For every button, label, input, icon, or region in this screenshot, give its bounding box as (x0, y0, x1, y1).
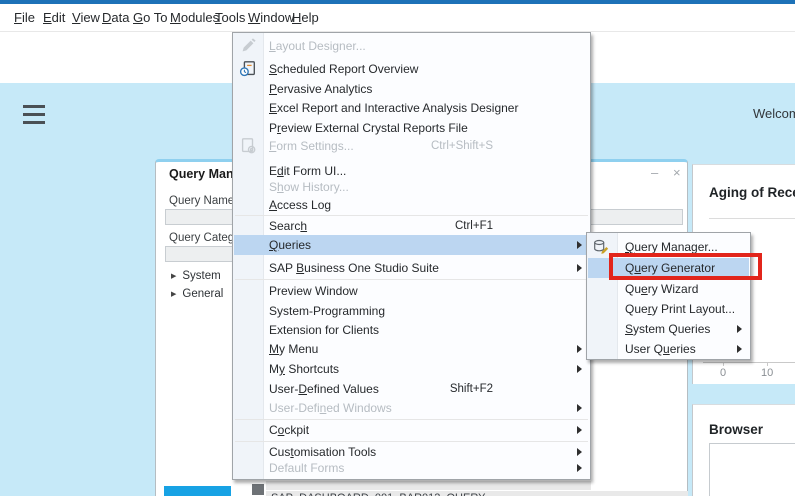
menu-item-search[interactable]: SearchCtrl+F1 (234, 216, 589, 236)
list-marker (252, 484, 264, 495)
axis-tick (723, 362, 724, 366)
submenu-arrow-icon (577, 464, 582, 472)
menu-item-user-defined-values[interactable]: User-Defined ValuesShift+F2 (234, 379, 589, 399)
axis-tick-label: 10 (761, 367, 773, 379)
query-list-row[interactable]: SAP_DASHBOARD_001_BAR012_QUERY (266, 491, 688, 496)
menubar-item-view[interactable]: View (72, 4, 100, 31)
submenu-arrow-icon (577, 448, 582, 456)
tree-item-general[interactable]: ▶General (171, 288, 223, 300)
axis-tick (767, 362, 768, 366)
tree-item-system[interactable]: ▶System (171, 270, 221, 282)
menubar-item-tools[interactable]: Tools (215, 4, 245, 31)
chart-x-axis (703, 362, 795, 363)
submenu-arrow-icon (737, 345, 742, 353)
menubar-item-window[interactable]: Window (248, 4, 294, 31)
menu-item-user-defined-windows: User-Defined Windows (234, 398, 589, 418)
menu-item-extension-for-clients[interactable]: Extension for Clients (234, 320, 589, 340)
shortcut-label: Ctrl+Shift+S (431, 136, 493, 156)
menu-item-my-menu[interactable]: My Menu (234, 339, 589, 359)
query-list-row[interactable] (266, 481, 591, 490)
axis-tick-label: 0 (720, 367, 726, 379)
ok-button[interactable] (164, 486, 231, 496)
menu-item-cockpit[interactable]: Cockpit (234, 420, 589, 440)
menu-item-layout-designer: Layout Designer... (234, 36, 589, 56)
menu-item-form-settings: Form Settings...Ctrl+Shift+S (234, 136, 589, 156)
submenu-arrow-icon (577, 241, 582, 249)
close-icon[interactable]: × (673, 165, 681, 180)
menubar-item-goto[interactable]: Go To (133, 4, 167, 31)
menu-item-pervasive-analytics[interactable]: Pervasive Analytics (234, 79, 589, 99)
query-name-label: Query Name (169, 195, 234, 207)
submenu-arrow-icon (577, 404, 582, 412)
shortcut-label: Ctrl+F1 (455, 216, 493, 236)
submenu-item-query-wizard[interactable]: Query Wizard (588, 279, 749, 299)
menubar-item-data[interactable]: Data (102, 4, 129, 31)
tree-expand-icon[interactable]: ▶ (171, 291, 176, 298)
menubar-item-help[interactable]: Help (292, 4, 319, 31)
submenu-arrow-icon (737, 325, 742, 333)
menubar-item-file[interactable]: File (14, 4, 35, 31)
menu-item-default-forms: Default Forms (234, 458, 589, 478)
menu-item-my-shortcuts[interactable]: My Shortcuts (234, 359, 589, 379)
submenu-arrow-icon (577, 426, 582, 434)
menu-item-scheduled-report-overview[interactable]: Scheduled Report Overview (234, 59, 589, 79)
panel-title: Browser (709, 422, 763, 437)
submenu-item-query-generator[interactable]: Query Generator (588, 258, 749, 278)
browser-content-box (709, 443, 795, 496)
hamburger-menu-icon[interactable] (23, 105, 45, 127)
menu-item-sap-business-one-studio-suite[interactable]: SAP Business One Studio Suite (234, 258, 589, 278)
menubar-item-modules[interactable]: Modules (170, 4, 219, 31)
divider (709, 218, 795, 219)
panel-title: Aging of Receivables (709, 185, 795, 200)
menu-item-access-log[interactable]: Access Log (234, 195, 589, 215)
minimize-icon[interactable]: – (651, 165, 658, 180)
shortcut-label: Shift+F2 (450, 379, 493, 399)
submenu-arrow-icon (577, 345, 582, 353)
menu-item-system-programming[interactable]: System-Programming (234, 301, 589, 321)
menu-separator (235, 279, 588, 280)
queries-submenu: Query Manager... Query Generator Query W… (586, 232, 751, 360)
tree-expand-icon[interactable]: ▶ (171, 273, 176, 280)
submenu-item-user-queries[interactable]: User Queries (588, 339, 749, 359)
browser-panel: Browser (692, 404, 795, 496)
submenu-item-system-queries[interactable]: System Queries (588, 319, 749, 339)
submenu-item-query-manager[interactable]: Query Manager... (588, 237, 749, 257)
menu-bar: File Edit View Data Go To Modules Tools … (0, 4, 795, 32)
welcome-text: Welcome (753, 106, 795, 121)
menu-item-preview-external-crystal-reports[interactable]: Preview External Crystal Reports File (234, 118, 589, 138)
tools-menu: Layout Designer... Scheduled Report Over… (232, 32, 591, 480)
submenu-item-query-print-layout[interactable]: Query Print Layout... (588, 299, 749, 319)
menu-item-preview-window[interactable]: Preview Window (234, 281, 589, 301)
submenu-arrow-icon (577, 264, 582, 272)
submenu-arrow-icon (577, 365, 582, 373)
menu-item-excel-report-designer[interactable]: Excel Report and Interactive Analysis De… (234, 98, 589, 118)
menubar-item-edit[interactable]: Edit (43, 4, 65, 31)
menu-item-queries[interactable]: Queries (234, 235, 589, 255)
app-window: File Edit View Data Go To Modules Tools … (0, 0, 795, 496)
menu-item-show-history: Show History... (234, 177, 589, 197)
